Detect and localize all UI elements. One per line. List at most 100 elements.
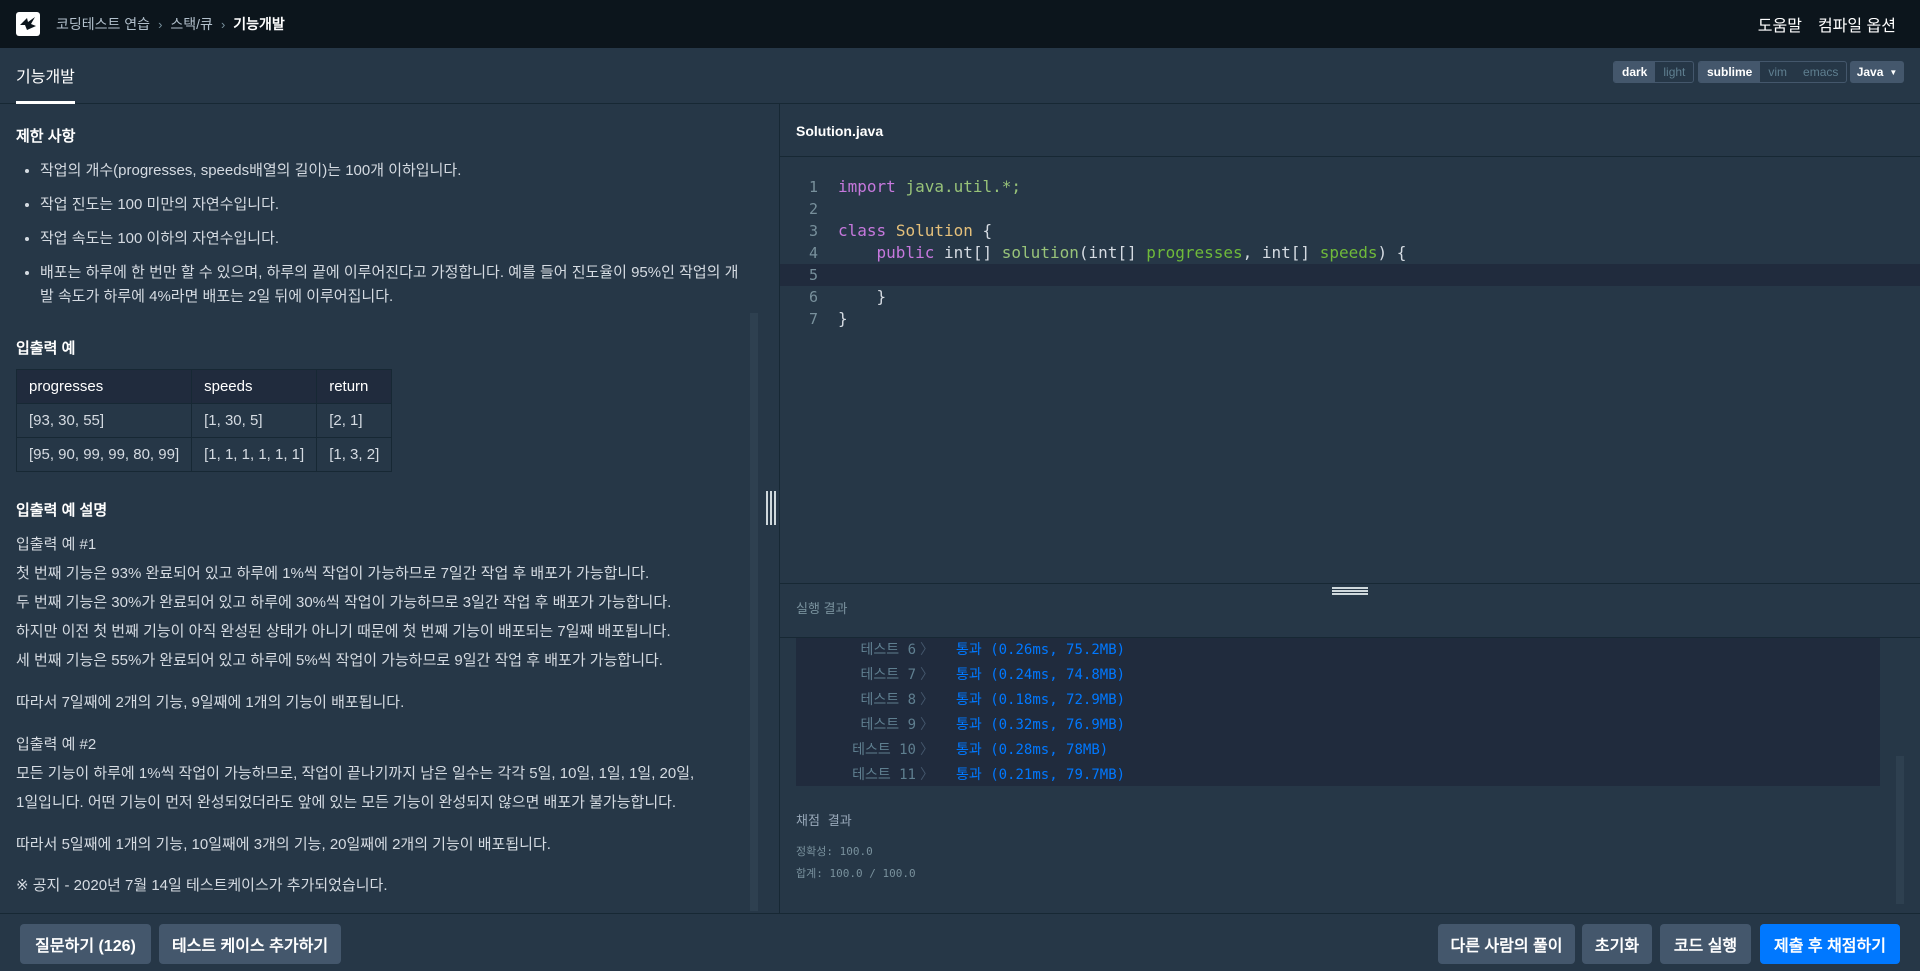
breadcrumb-item-stack-queue[interactable]: 스택/큐	[170, 14, 213, 34]
reset-button[interactable]: 초기화	[1582, 924, 1652, 964]
test-name: 테스트 11	[852, 767, 916, 783]
line-number: 7	[808, 310, 818, 328]
code-token: Solution	[895, 221, 973, 240]
io-example-heading: 입출력 예	[16, 340, 76, 357]
code-token: class	[838, 221, 887, 240]
breadcrumb-current: 기능개발	[233, 16, 285, 32]
programmers-logo-icon[interactable]	[16, 12, 40, 36]
example-2-summary: 따라서 5일째에 1개의 기능, 10일째에 3개의 기능, 20일째에 2개의…	[16, 836, 551, 853]
add-testcase-button[interactable]: 테스트 케이스 추가하기	[159, 924, 341, 964]
table-cell: [2, 1]	[316, 403, 393, 438]
table-cell: [1, 1, 1, 1, 1, 1]	[191, 437, 318, 472]
code-token: int[]	[1261, 243, 1311, 262]
line-number: 4	[808, 244, 818, 262]
grading-title: 채점 결과	[796, 814, 852, 829]
constraint-item: 배포는 하루에 한 번만 할 수 있으며, 하루의 끝에 이루어진다고 가정합니…	[40, 261, 740, 309]
test-name: 테스트 7	[860, 667, 917, 683]
result-title: 실행 결과	[796, 601, 848, 616]
keymap-toggle: sublime vim emacs	[1698, 61, 1848, 83]
code-line[interactable]: 3 class Solution {	[780, 220, 1920, 242]
compile-options-link[interactable]: 컴파일 옵션	[1818, 12, 1896, 36]
example-2: 입출력 예 #2 모든 기능이 하루에 1%씩 작업이 가능하므로, 작업이 끝…	[0, 730, 750, 817]
help-link[interactable]: 도움말	[1758, 12, 1802, 36]
code-token: import	[838, 177, 896, 196]
line-number: 5	[808, 266, 818, 284]
breadcrumb-item-coding-test[interactable]: 코딩테스트 연습	[56, 14, 150, 34]
list-item: 테스트 7 〉 통과 (0.24ms, 74.8MB)	[796, 663, 1880, 688]
keymap-emacs-option[interactable]: emacs	[1795, 62, 1846, 82]
code-editor[interactable]: 1 import java.util.*; 2 3 class Solution…	[780, 158, 1920, 583]
keymap-sublime-option[interactable]: sublime	[1699, 62, 1761, 82]
chevron-right-icon: 〉	[920, 767, 934, 783]
language-select[interactable]: Java ▼	[1850, 61, 1904, 83]
chevron-right-icon: 〉	[920, 642, 934, 658]
others-solutions-button[interactable]: 다른 사람의 풀이	[1438, 924, 1575, 964]
vertical-resize-handle-icon[interactable]	[766, 491, 776, 525]
total-score: 합계: 100.0 / 100.0	[796, 867, 916, 880]
line-number: 2	[808, 200, 818, 218]
breadcrumb: 코딩테스트 연습 › 스택/큐 › 기능개발	[56, 14, 285, 34]
table-header: return	[316, 369, 393, 404]
io-example-table: progresses speeds return [93, 30, 55] [1…	[15, 369, 393, 472]
table-cell: [93, 30, 55]	[15, 403, 193, 438]
example-1-summary: 따라서 7일째에 2개의 기능, 9일째에 1개의 기능이 배포됩니다.	[16, 694, 405, 711]
code-token: public	[876, 243, 935, 262]
table-row: [95, 90, 99, 99, 80, 99] [1, 1, 1, 1, 1,…	[15, 437, 393, 472]
tab-problem-title[interactable]: 기능개발	[16, 48, 75, 104]
list-item: 테스트 10 〉 통과 (0.28ms, 78MB)	[796, 738, 1880, 763]
chevron-right-icon: ›	[220, 16, 226, 32]
code-token: }	[876, 287, 887, 306]
grading-summary: 채점 결과 정확성: 100.0 합계: 100.0 / 100.0	[796, 810, 916, 885]
table-header: progresses	[15, 369, 193, 404]
constraints-list: 작업의 개수(progresses, speeds배열의 길이)는 100개 이…	[0, 159, 740, 319]
constraints-heading: 제한 사항	[16, 128, 76, 145]
test-name: 테스트 8	[860, 692, 917, 708]
test-result: 통과 (0.18ms, 72.9MB)	[956, 692, 1126, 708]
ask-question-button[interactable]: 질문하기 (126)	[20, 924, 151, 964]
code-token: solution	[1001, 243, 1079, 262]
code-line[interactable]: 1 import java.util.*;	[780, 176, 1920, 198]
accuracy-score: 정확성: 100.0	[796, 845, 873, 858]
code-token: progresses	[1146, 243, 1243, 262]
test-name: 테스트 9	[860, 717, 917, 733]
code-line[interactable]: 4 public int[] solution(int[] progresses…	[780, 242, 1920, 264]
top-navbar: 코딩테스트 연습 › 스택/큐 › 기능개발 도움말 컴파일 옵션	[0, 0, 1920, 48]
example-1-title: 입출력 예 #1	[16, 536, 97, 553]
example-1-line: 하지만 이전 첫 번째 기능이 아직 완성된 상태가 아니기 때문에 첫 번째 …	[16, 623, 671, 640]
code-line[interactable]: 2	[780, 198, 1920, 220]
notice-text: ※ 공지 - 2020년 7월 14일 테스트케이스가 추가되었습니다.	[16, 877, 388, 894]
line-number: 6	[808, 288, 818, 306]
example-1-line: 두 번째 기능은 30%가 완료되어 있고 하루에 30%씩 작업이 가능하므로…	[16, 594, 672, 611]
table-header: speeds	[191, 369, 318, 404]
list-item: 테스트 11 〉 통과 (0.21ms, 79.7MB)	[796, 763, 1880, 786]
theme-light-option[interactable]: light	[1655, 62, 1693, 82]
table-cell: [1, 30, 5]	[191, 403, 318, 438]
code-line-active[interactable]: 5	[780, 264, 1920, 286]
keymap-vim-option[interactable]: vim	[1760, 62, 1795, 82]
editor-header: Solution.java	[780, 105, 1920, 157]
code-line[interactable]: 7 }	[780, 308, 1920, 330]
editor-filename: Solution.java	[796, 123, 884, 139]
line-number: 1	[808, 178, 818, 196]
chevron-right-icon: ›	[158, 16, 163, 32]
run-code-button[interactable]: 코드 실행	[1660, 924, 1751, 964]
submit-button[interactable]: 제출 후 채점하기	[1760, 924, 1900, 964]
test-results-list: 테스트 6 〉 통과 (0.26ms, 75.2MB) 테스트 7 〉 통과 (…	[796, 638, 1880, 786]
test-result: 통과 (0.21ms, 79.7MB)	[956, 767, 1126, 783]
problem-description: 제한 사항 작업의 개수(progresses, speeds배열의 길이)는 …	[0, 105, 780, 913]
test-result: 통과 (0.26ms, 75.2MB)	[956, 642, 1126, 658]
example-2-line: 1일입니다. 어떤 기능이 먼저 완성되었더라도 앞에 있는 모든 기능이 완성…	[16, 794, 677, 811]
example-1-line: 첫 번째 기능은 93% 완료되어 있고 하루에 1%씩 작업이 가능하므로 7…	[16, 565, 650, 582]
caret-down-icon: ▼	[1889, 67, 1898, 77]
code-token: int[]	[943, 243, 993, 262]
description-scrollbar[interactable]	[750, 313, 758, 911]
code-line[interactable]: 6 }	[780, 286, 1920, 308]
table-row: [93, 30, 55] [1, 30, 5] [2, 1]	[15, 403, 393, 438]
code-token: }	[838, 309, 848, 328]
result-scrollbar[interactable]	[1896, 756, 1904, 904]
test-result: 통과 (0.32ms, 76.9MB)	[956, 717, 1126, 733]
list-item: 테스트 9 〉 통과 (0.32ms, 76.9MB)	[796, 713, 1880, 738]
code-token: int[]	[1088, 243, 1137, 262]
theme-dark-option[interactable]: dark	[1614, 62, 1656, 82]
test-result: 통과 (0.24ms, 74.8MB)	[956, 667, 1126, 683]
